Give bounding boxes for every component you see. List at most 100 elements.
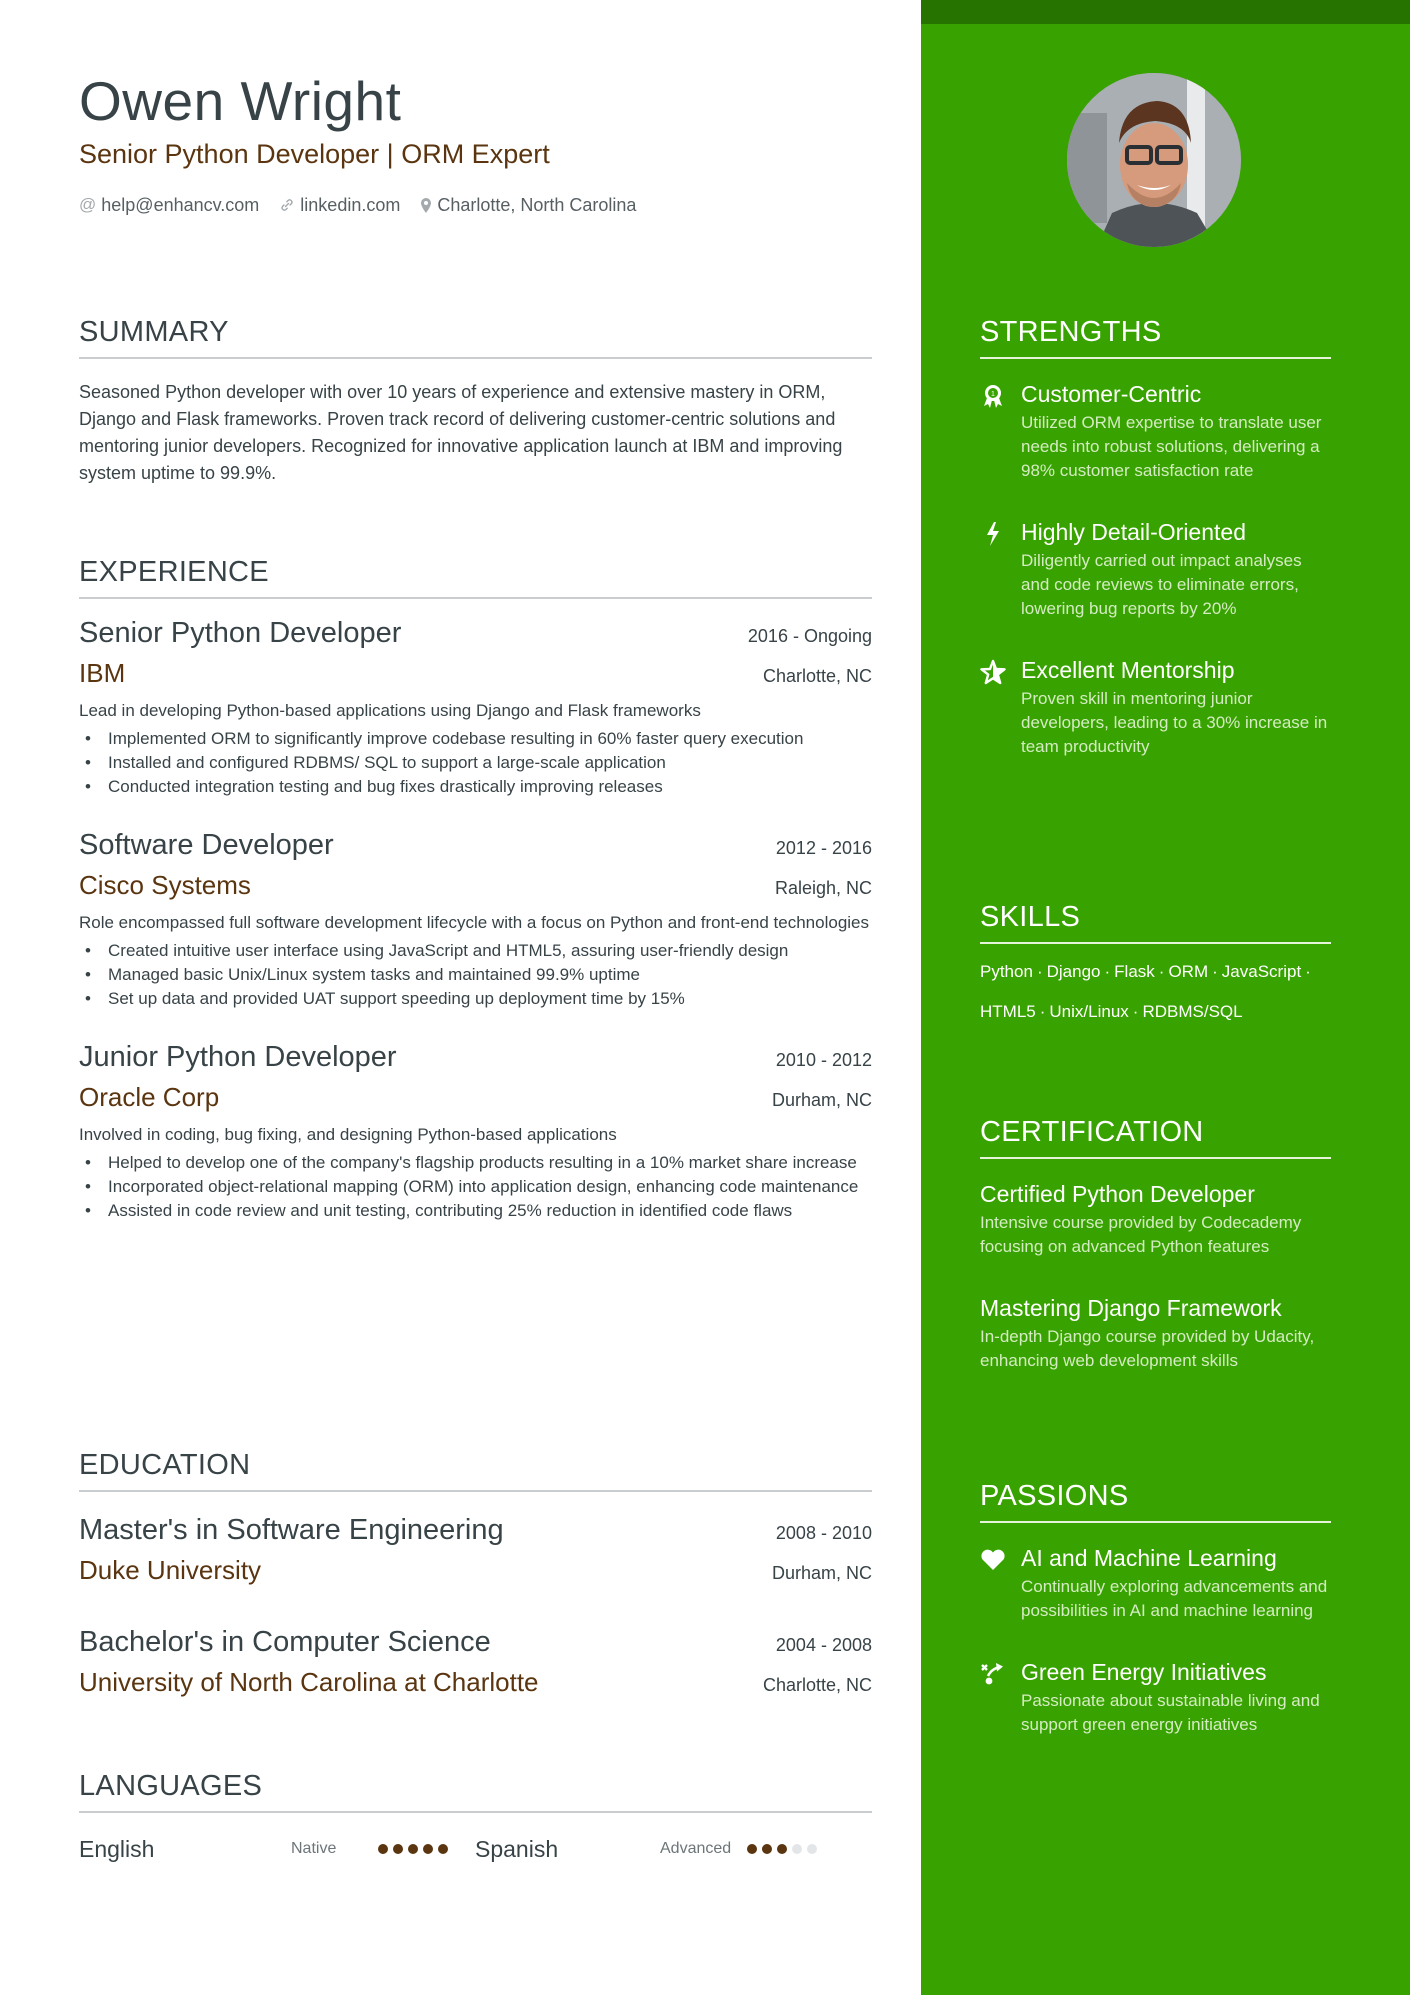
job-bullet: Incorporated object-relational mapping (… <box>79 1175 872 1199</box>
at-icon: @ <box>79 195 97 214</box>
passion-title: AI and Machine Learning <box>1021 1545 1277 1571</box>
section-divider <box>980 357 1331 359</box>
rating-dot-filled <box>777 1844 787 1854</box>
strength-description: Utilized ORM expertise to translate user… <box>1021 413 1322 480</box>
experience-title: EXPERIENCE <box>79 556 269 588</box>
certification-description: In-depth Django course provided by Udaci… <box>980 1327 1315 1370</box>
section-divider <box>980 942 1331 944</box>
skill-separator: · <box>1305 962 1311 981</box>
sidebar: STRENGTHS 1 Customer-Centric Utilized OR… <box>921 0 1410 1995</box>
job-bullet: Assisted in code review and unit testing… <box>79 1199 872 1223</box>
strengths-title: STRENGTHS <box>980 316 1162 348</box>
strength-description: Diligently carried out impact analyses a… <box>1021 551 1302 618</box>
language-item: Spanish Advanced <box>475 1836 871 1863</box>
skill-tag: Flask <box>1114 962 1155 981</box>
candidate-name: Owen Wright <box>79 70 402 132</box>
skill-tag: Python <box>980 962 1033 981</box>
lightning-bolt-icon <box>980 521 1006 547</box>
award-ribbon-icon: 1 <box>980 383 1006 409</box>
certification-item: Certified Python Developer Intensive cou… <box>980 1179 1331 1259</box>
rating-dot-filled <box>762 1844 772 1854</box>
skill-tag: JavaScript <box>1221 962 1302 981</box>
job-dates: 2016 - Ongoing <box>747 626 872 646</box>
job-company: IBM <box>79 658 126 688</box>
section-divider <box>79 1490 872 1492</box>
rating-dot-filled <box>438 1844 448 1854</box>
skill-separator: · <box>1132 1002 1139 1021</box>
star-icon <box>980 659 1006 685</box>
job-entry: Software Developer 2012 - 2016 Cisco Sys… <box>79 825 872 1011</box>
job-bullets: Helped to develop one of the company's f… <box>79 1151 872 1223</box>
certification-name: Mastering Django Framework <box>980 1295 1282 1321</box>
language-rating <box>747 1844 817 1854</box>
job-title: Junior Python Developer <box>79 1041 397 1073</box>
passions-section: PASSIONS AI and Machine Learning Continu… <box>980 1474 1331 1771</box>
passion-item: AI and Machine Learning Continually expl… <box>980 1543 1331 1623</box>
strength-title: Customer-Centric <box>1021 381 1202 407</box>
language-rating <box>378 1844 448 1854</box>
summary-title: SUMMARY <box>79 316 229 348</box>
summary-text: Seasoned Python developer with over 10 y… <box>79 382 843 483</box>
job-bullets: Implemented ORM to significantly improve… <box>79 727 872 799</box>
skills-line: HTML5 · Unix/Linux · RDBMS/SQL <box>980 992 1331 1032</box>
contact-linkedin-text[interactable]: linkedin.com <box>300 192 400 218</box>
strength-title: Excellent Mentorship <box>1021 657 1235 683</box>
job-title: Senior Python Developer <box>79 617 402 649</box>
skill-tag: ORM <box>1168 962 1209 981</box>
skill-separator: · <box>1036 962 1043 981</box>
rating-dot-filled <box>393 1844 403 1854</box>
job-dates: 2010 - 2012 <box>775 1050 872 1070</box>
job-bullets: Created intuitive user interface using J… <box>79 939 872 1011</box>
school: Duke University <box>79 1555 262 1585</box>
link-icon <box>279 197 295 213</box>
rating-dot-empty <box>807 1844 817 1854</box>
contact-linkedin[interactable]: linkedin.com <box>279 192 400 218</box>
job-bullet: Managed basic Unix/Linux system tasks an… <box>79 963 872 987</box>
languages-title: LANGUAGES <box>79 1770 263 1802</box>
strength-description: Proven skill in mentoring junior develop… <box>1021 689 1328 756</box>
job-entry: Junior Python Developer 2010 - 2012 Orac… <box>79 1037 872 1223</box>
school: University of North Carolina at Charlott… <box>79 1667 539 1697</box>
contact-location: Charlotte, North Carolina <box>420 192 636 218</box>
languages-section: LANGUAGES English Native Spanish Advance… <box>79 1764 872 1867</box>
job-description: Involved in coding, bug fixing, and desi… <box>79 1125 617 1144</box>
contact-email-text[interactable]: help@enhancv.com <box>101 192 259 218</box>
job-bullet: Installed and configured RDBMS/ SQL to s… <box>79 751 872 775</box>
edu-dates: 2004 - 2008 <box>775 1635 872 1655</box>
job-dates: 2012 - 2016 <box>775 838 872 858</box>
languages-list: English Native Spanish Advanced <box>79 1831 872 1867</box>
job-company: Oracle Corp <box>79 1082 220 1112</box>
certification-title: CERTIFICATION <box>980 1116 1204 1148</box>
skill-tag: Django <box>1046 962 1101 981</box>
contact-email[interactable]: @ help@enhancv.com <box>79 192 259 218</box>
education-section: EDUCATION Master's in Software Engineeri… <box>79 1443 872 1700</box>
skills-line: Python · Django · Flask · ORM · JavaScript · <box>980 952 1331 992</box>
strength-item: Excellent Mentorship Proven skill in men… <box>980 655 1331 759</box>
job-title: Software Developer <box>79 829 334 861</box>
experience-section: EXPERIENCE Senior Python Developer 2016 … <box>79 550 872 1223</box>
job-company: Cisco Systems <box>79 870 251 900</box>
profile-photo <box>1067 73 1241 247</box>
strength-item: Highly Detail-Oriented Diligently carrie… <box>980 517 1331 621</box>
education-entry: Bachelor's in Computer Science 2004 - 20… <box>79 1622 872 1700</box>
contact-info: @ help@enhancv.com linkedin.com Charlott… <box>79 192 636 218</box>
section-divider <box>79 597 872 599</box>
job-description: Role encompassed full software developme… <box>79 913 870 932</box>
job-location: Raleigh, NC <box>774 878 872 898</box>
language-level: Native <box>291 1840 337 1857</box>
rating-dot-filled <box>408 1844 418 1854</box>
contact-location-text: Charlotte, North Carolina <box>437 195 637 215</box>
location-pin-icon <box>420 197 432 214</box>
education-title: EDUCATION <box>79 1449 251 1481</box>
job-bullet: Created intuitive user interface using J… <box>79 939 872 963</box>
language-item: English Native <box>79 1836 475 1863</box>
section-divider <box>79 1811 872 1813</box>
candidate-headline: Senior Python Developer | ORM Expert <box>79 139 550 169</box>
skill-separator: · <box>1104 962 1111 981</box>
job-description: Lead in developing Python-based applicat… <box>79 701 701 720</box>
job-location: Charlotte, NC <box>762 666 872 686</box>
job-bullet: Helped to develop one of the company's f… <box>79 1151 872 1175</box>
certification-section: CERTIFICATION Certified Python Developer… <box>980 1110 1331 1407</box>
sidebar-top-band <box>921 0 1410 24</box>
skill-separator: · <box>1212 962 1218 981</box>
